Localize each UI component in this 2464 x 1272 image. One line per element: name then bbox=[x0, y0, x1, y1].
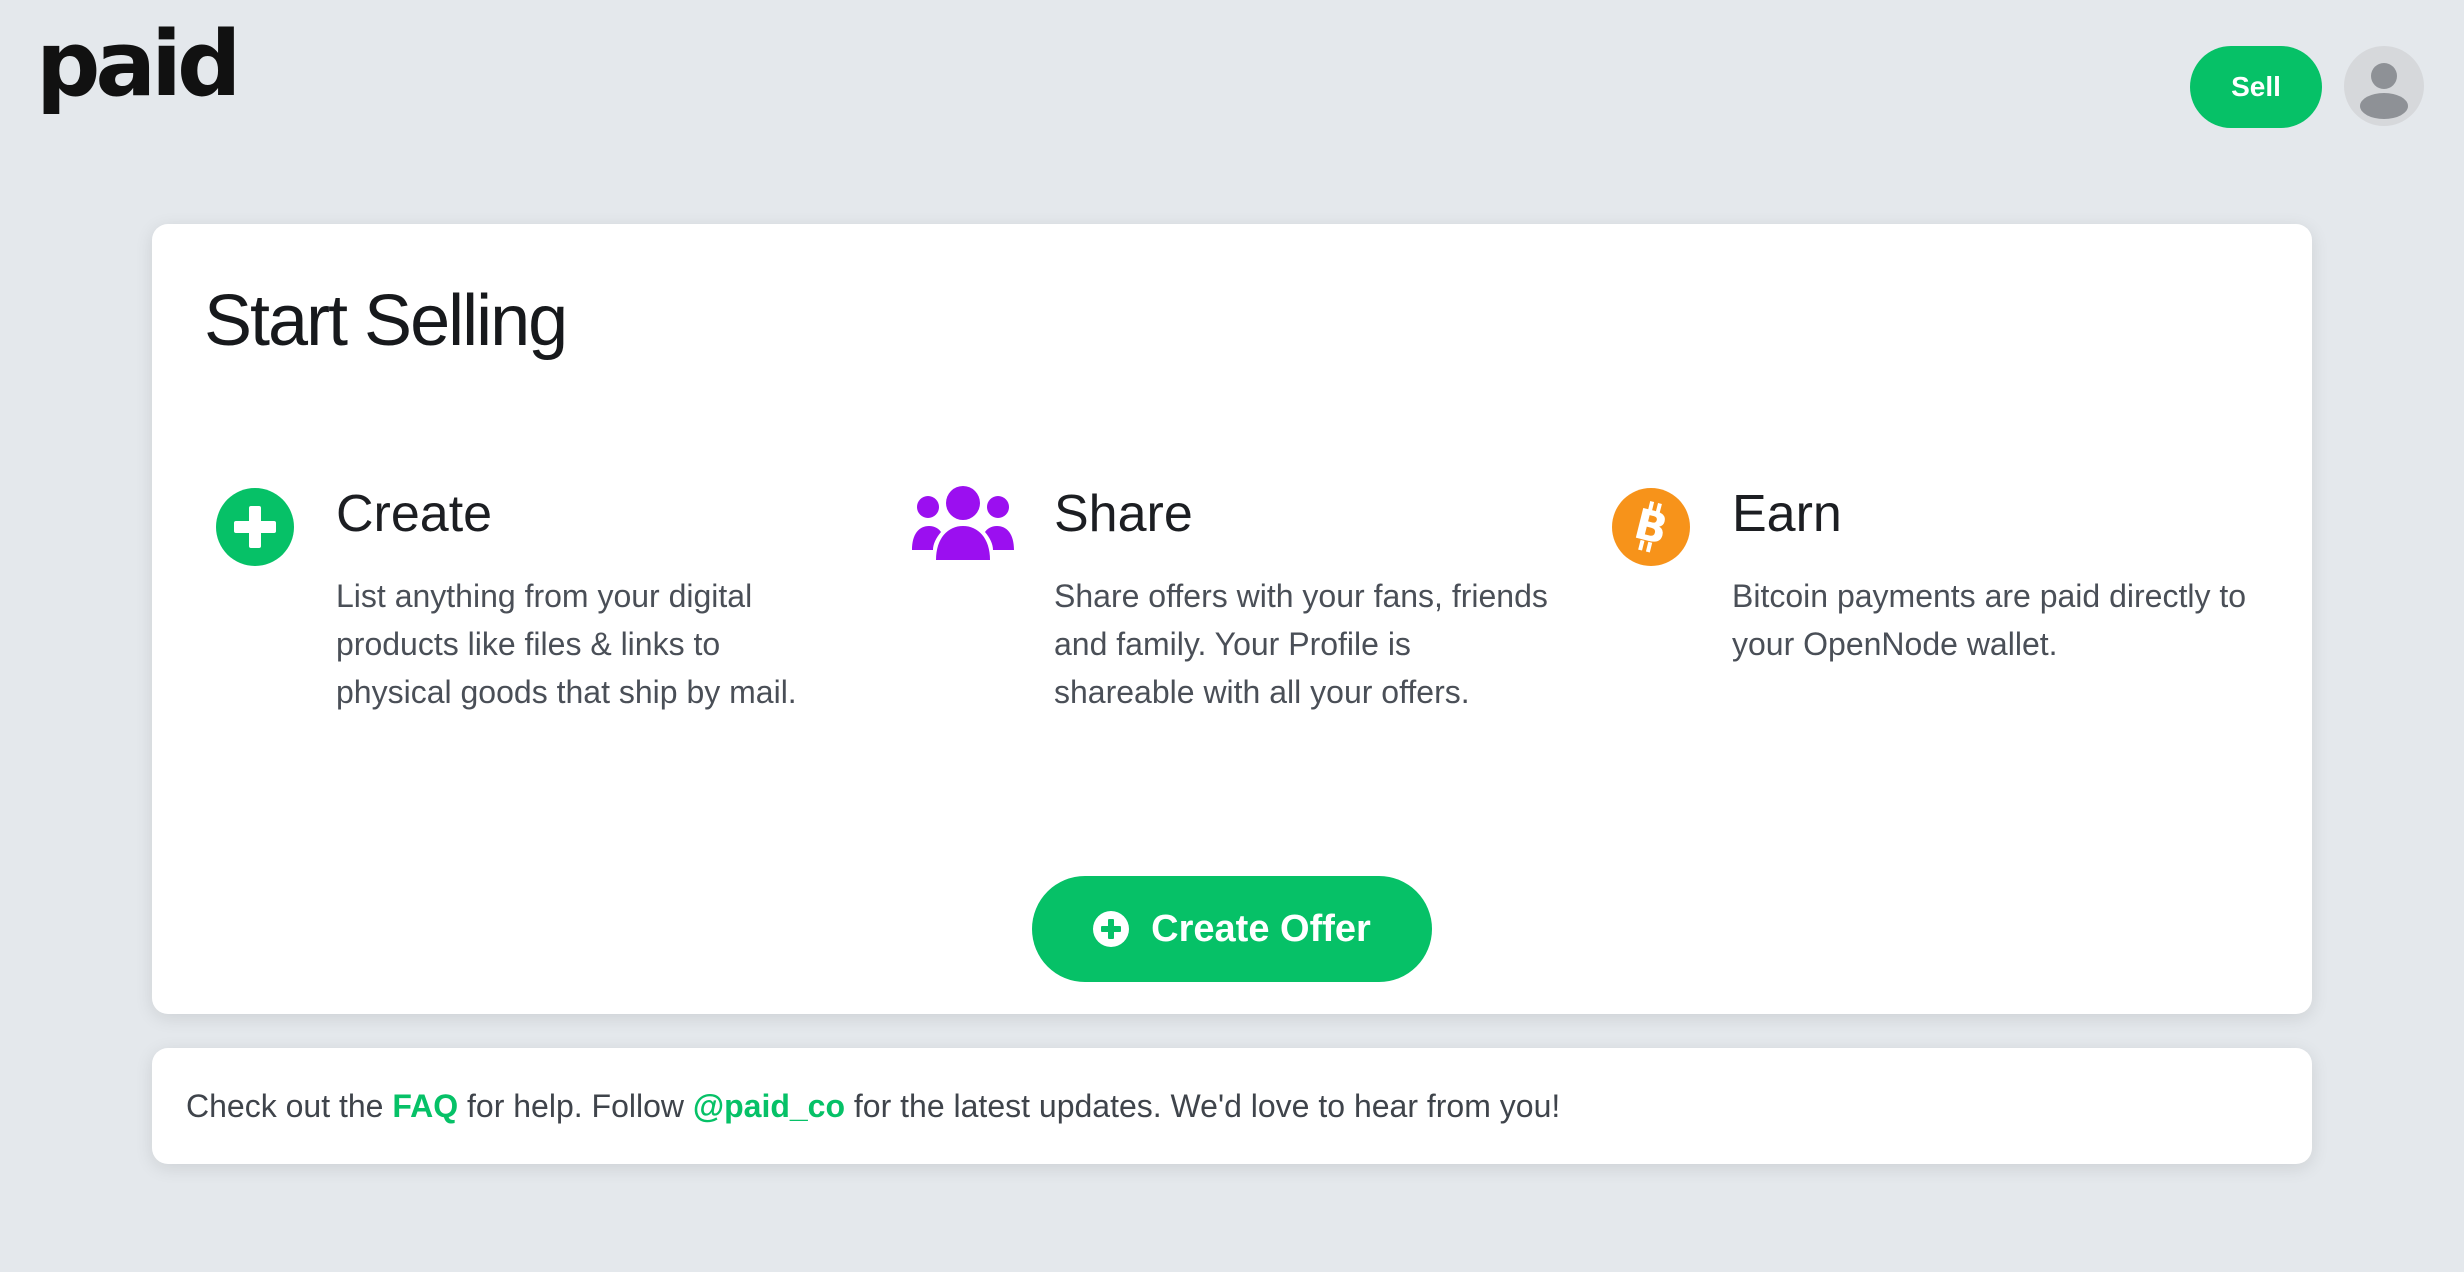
users-group-icon bbox=[912, 486, 1014, 565]
feature-description: Bitcoin payments are paid directly to yo… bbox=[1732, 578, 2247, 662]
footer-text-1: Check out the bbox=[186, 1088, 393, 1124]
twitter-link[interactable]: @paid_co bbox=[693, 1088, 845, 1124]
feature-description: List anything from your digital products… bbox=[336, 578, 797, 710]
paid-logo[interactable]: paid bbox=[36, 20, 241, 110]
footer-text-2: for help. Follow bbox=[458, 1088, 693, 1124]
footer-text-3: for the latest updates. We'd love to hea… bbox=[845, 1088, 1561, 1124]
plus-circle-icon bbox=[216, 488, 294, 571]
feature-title: Earn bbox=[1732, 485, 1842, 543]
feature-description: Share offers with your fans, friends and… bbox=[1054, 578, 1548, 710]
faq-link[interactable]: FAQ bbox=[392, 1088, 458, 1124]
footer-text: Check out the FAQ for help. Follow @paid… bbox=[186, 1088, 1560, 1125]
create-offer-label: Create Offer bbox=[1151, 907, 1371, 950]
bitcoin-icon: B bbox=[1612, 488, 1690, 571]
help-footer: Check out the FAQ for help. Follow @paid… bbox=[152, 1048, 2312, 1164]
user-avatar-icon[interactable] bbox=[2344, 46, 2424, 126]
create-offer-button[interactable]: Create Offer bbox=[1032, 876, 1432, 982]
page-title: Start Selling bbox=[204, 281, 568, 361]
feature-title: Create bbox=[336, 485, 493, 543]
feature-title: Share bbox=[1054, 485, 1193, 543]
start-selling-card: Start Selling Create List anything from … bbox=[152, 224, 2312, 1014]
plus-circle-icon bbox=[1093, 911, 1130, 947]
sell-button[interactable]: Sell bbox=[2190, 46, 2322, 128]
